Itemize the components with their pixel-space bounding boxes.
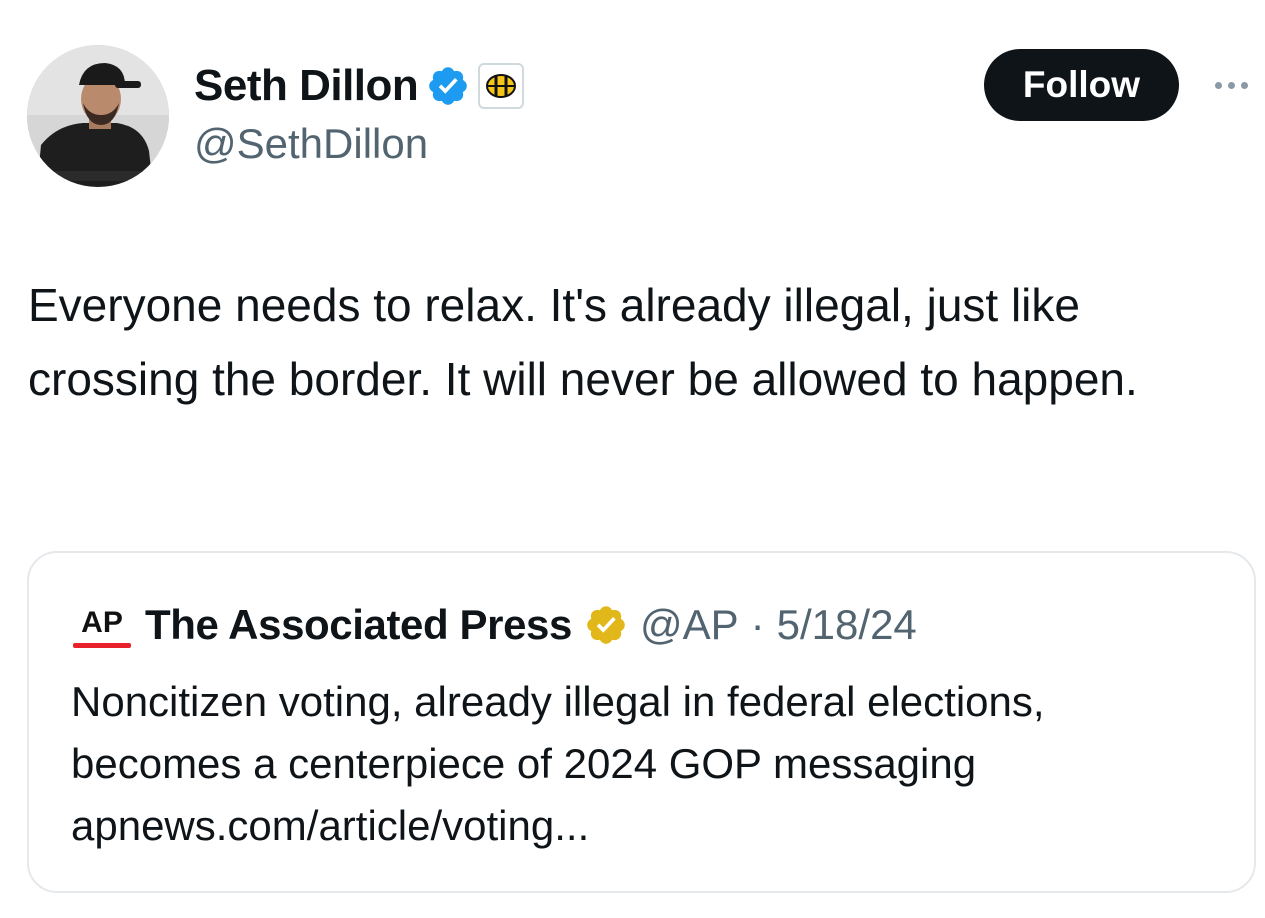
author-display-name[interactable]: Seth Dillon	[194, 61, 419, 111]
author-handle[interactable]: @SethDillon	[194, 120, 428, 168]
bee-logo-icon	[486, 74, 517, 98]
quoted-link[interactable]: apnews.com/article/voting...	[71, 795, 1221, 857]
follow-button[interactable]: Follow	[984, 49, 1179, 121]
quoted-tweet-header: AP The Associated Press @AP · 5/18/24	[71, 594, 917, 656]
more-dot	[1227, 81, 1235, 89]
blue-check-icon[interactable]	[426, 64, 470, 108]
tweet-text: Everyone needs to relax. It's already il…	[28, 279, 1138, 405]
babylon-bee-icon[interactable]	[478, 63, 525, 109]
quoted-tweet-card[interactable]: AP The Associated Press @AP · 5/18/24 No…	[27, 551, 1256, 893]
avatar[interactable]	[27, 45, 169, 187]
quoted-date[interactable]: 5/18/24	[777, 601, 917, 649]
quoted-tweet-text: Noncitizen voting, already illegal in fe…	[71, 671, 1221, 857]
ap-logo-icon: AP	[71, 594, 133, 656]
ap-logo[interactable]: AP	[71, 594, 133, 656]
svg-text:AP: AP	[81, 606, 123, 639]
gold-check-icon[interactable]	[584, 603, 628, 647]
quoted-text-line: becomes a centerpiece of 2024 GOP messag…	[71, 740, 977, 787]
meta-separator: ·	[750, 601, 765, 648]
more-dots-icon[interactable]	[1206, 70, 1256, 100]
more-dot	[1240, 81, 1248, 89]
author-name-row: Seth Dillon	[194, 58, 525, 114]
quoted-handle[interactable]: @AP	[640, 601, 739, 649]
quoted-display-name[interactable]: The Associated Press	[145, 601, 572, 649]
avatar-image	[27, 45, 169, 187]
quoted-text-line: Noncitizen voting, already illegal in fe…	[71, 678, 1045, 725]
more-dot	[1214, 81, 1222, 89]
